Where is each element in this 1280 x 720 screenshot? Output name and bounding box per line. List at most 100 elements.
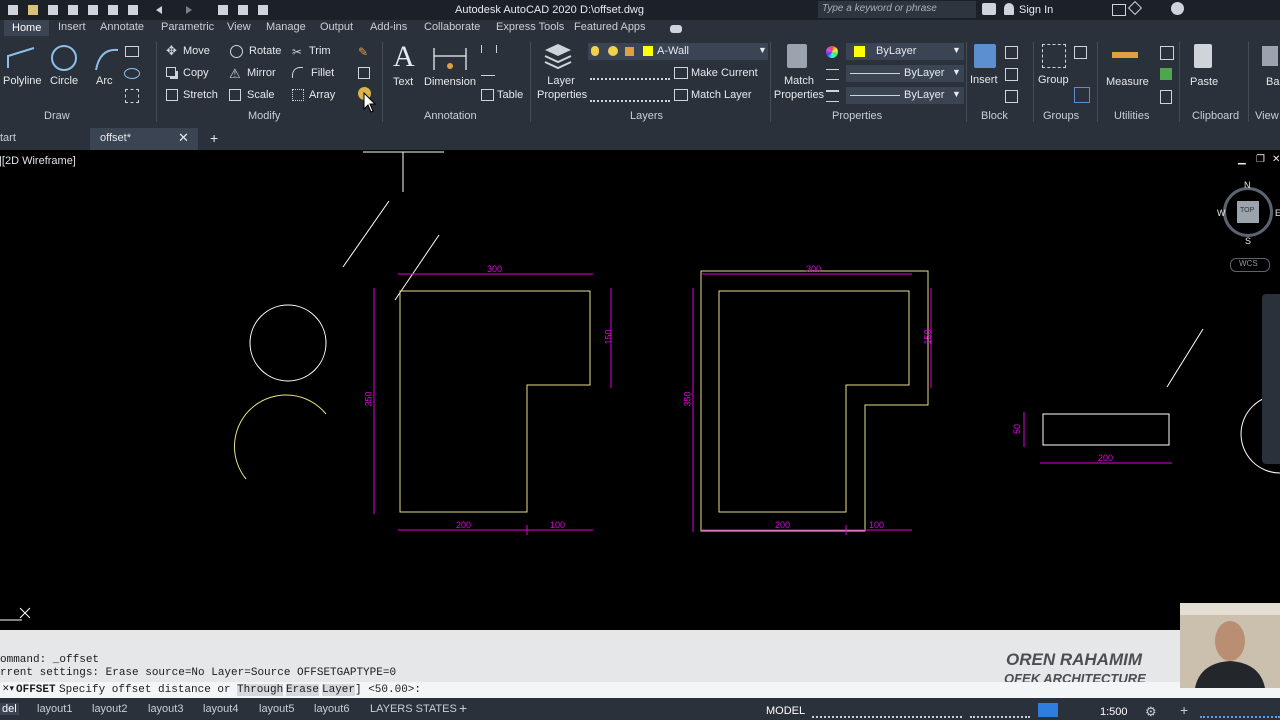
point-style-icon[interactable] bbox=[1160, 68, 1172, 80]
tab-layout1[interactable]: layout1 bbox=[37, 703, 72, 715]
base-button[interactable]: Bas bbox=[1266, 76, 1280, 88]
tab-start[interactable]: tart bbox=[0, 132, 16, 144]
tab-output[interactable]: Output bbox=[320, 21, 353, 33]
tab-offset[interactable]: offset* ✕ bbox=[90, 128, 198, 150]
scale-button[interactable]: Scale bbox=[247, 89, 275, 101]
layers-panel-title[interactable]: Layers bbox=[630, 110, 663, 122]
minimize-viewport-icon[interactable]: ▁ bbox=[1238, 154, 1246, 165]
attribute-icon[interactable] bbox=[1005, 90, 1018, 103]
sign-in-link[interactable]: Sign In bbox=[1019, 4, 1053, 16]
linear-dim-icon[interactable] bbox=[481, 45, 497, 53]
tab-home[interactable]: Home bbox=[4, 20, 50, 36]
status-tool-icons-3[interactable] bbox=[1200, 704, 1280, 718]
share-icon[interactable] bbox=[1127, 0, 1143, 16]
annotation-scale[interactable]: 1:500 bbox=[1100, 706, 1128, 718]
match-layer-button[interactable]: Match Layer bbox=[691, 89, 752, 101]
edit-block-icon[interactable] bbox=[1005, 68, 1018, 81]
tab-layout6[interactable]: layout6 bbox=[314, 703, 349, 715]
tab-layout3[interactable]: layout3 bbox=[148, 703, 183, 715]
lineweight-dropdown[interactable]: ByLayer ▼ bbox=[846, 87, 964, 104]
gear-icon[interactable]: ⚙ bbox=[1145, 704, 1157, 720]
new-tab-icon[interactable]: + bbox=[210, 130, 218, 146]
compass-n[interactable]: N bbox=[1244, 180, 1251, 190]
quick-access-toolbar[interactable] bbox=[6, 3, 286, 17]
paste-button[interactable]: Paste bbox=[1184, 42, 1224, 98]
properties-panel-title[interactable]: Properties bbox=[832, 110, 882, 122]
tab-add-ins[interactable]: Add-ins bbox=[370, 21, 407, 33]
rotate-button[interactable]: Rotate bbox=[249, 45, 281, 57]
block-panel-title[interactable]: Block bbox=[981, 110, 1008, 122]
polyline-button[interactable]: Polyline bbox=[2, 44, 42, 94]
help-icon[interactable] bbox=[1171, 2, 1184, 15]
layer-dropdown[interactable]: A-Wall ▼ bbox=[588, 43, 768, 60]
compass-w[interactable]: W bbox=[1217, 208, 1226, 218]
tab-layout5[interactable]: layout5 bbox=[259, 703, 294, 715]
viewcube[interactable]: TOP N S W E bbox=[1217, 180, 1280, 246]
text-button[interactable]: A Text bbox=[389, 40, 419, 94]
copy-button[interactable]: Copy bbox=[183, 67, 209, 79]
binoculars-icon[interactable] bbox=[982, 3, 996, 15]
command-line-input[interactable]: ✕▾ OFFSET Specify offset distance or [ T… bbox=[0, 682, 1280, 698]
erase-icon[interactable]: ✎ bbox=[358, 45, 370, 59]
hatch-icon[interactable] bbox=[125, 89, 139, 103]
measure-button[interactable]: Measure bbox=[1100, 42, 1152, 98]
stretch-button[interactable]: Stretch bbox=[183, 89, 218, 101]
color-dropdown[interactable]: ByLayer ▼ bbox=[846, 43, 964, 60]
add-layout-icon[interactable]: + bbox=[459, 700, 467, 716]
tab-layout4[interactable]: layout4 bbox=[203, 703, 238, 715]
navigation-bar[interactable] bbox=[1262, 294, 1280, 464]
tab-layers-states[interactable]: LAYERS STATES bbox=[370, 703, 457, 715]
close-icon[interactable]: ✕ bbox=[178, 130, 189, 146]
id-point-icon[interactable] bbox=[1160, 90, 1172, 104]
make-current-button[interactable]: Make Current bbox=[691, 67, 758, 79]
view-panel-title[interactable]: View bbox=[1255, 110, 1279, 122]
status-tool-icons-2[interactable] bbox=[970, 704, 1030, 718]
tab-layout2[interactable]: layout2 bbox=[92, 703, 127, 715]
move-button[interactable]: Move bbox=[183, 45, 210, 57]
clipboard-panel-title[interactable]: Clipboard bbox=[1192, 110, 1239, 122]
option-erase[interactable]: Erase bbox=[286, 684, 320, 696]
compass-s[interactable]: S bbox=[1245, 236, 1251, 246]
draw-panel-title[interactable]: Draw bbox=[44, 110, 70, 122]
dimension-button[interactable]: Dimension bbox=[422, 42, 478, 94]
create-block-icon[interactable] bbox=[1005, 46, 1018, 59]
layer-tool-icons[interactable] bbox=[590, 68, 670, 80]
command-icon[interactable]: ✕▾ bbox=[2, 684, 14, 694]
annotation-panel-title[interactable]: Annotation bbox=[424, 110, 477, 122]
rectangle-icon[interactable] bbox=[125, 46, 139, 57]
layer-properties-button[interactable]: Layer Properties bbox=[533, 42, 587, 104]
explode-icon[interactable] bbox=[358, 67, 370, 79]
cart-icon[interactable] bbox=[1112, 4, 1126, 16]
mirror-button[interactable]: Mirror bbox=[247, 67, 276, 79]
compass-e[interactable]: E bbox=[1275, 208, 1280, 218]
tab-model[interactable]: del bbox=[0, 703, 19, 715]
plus-icon[interactable]: + bbox=[1180, 702, 1188, 718]
group-edit-icon[interactable] bbox=[1074, 87, 1090, 103]
wcs-menu[interactable]: WCS bbox=[1230, 258, 1270, 272]
tab-featured-apps[interactable]: Featured Apps bbox=[574, 21, 646, 33]
tab-express-tools[interactable]: Express Tools bbox=[496, 21, 564, 33]
ribbon-toggle-icon[interactable] bbox=[670, 25, 682, 33]
tab-collaborate[interactable]: Collaborate bbox=[424, 21, 480, 33]
modify-panel-title[interactable]: Modify bbox=[248, 110, 280, 122]
search-input[interactable]: Type a keyword or phrase bbox=[818, 1, 976, 18]
tab-annotate[interactable]: Annotate bbox=[100, 21, 144, 33]
tab-insert[interactable]: Insert bbox=[58, 21, 86, 33]
circle-button[interactable]: Circle bbox=[48, 44, 84, 94]
model-space-button[interactable]: MODEL bbox=[766, 705, 805, 717]
tab-view[interactable]: View bbox=[227, 21, 251, 33]
option-through[interactable]: Through bbox=[237, 684, 284, 696]
viewcube-top-face[interactable]: TOP bbox=[1237, 201, 1259, 223]
restore-viewport-icon[interactable]: ❐ bbox=[1256, 154, 1265, 165]
ellipse-icon[interactable] bbox=[124, 68, 140, 79]
leader-icon[interactable] bbox=[481, 67, 495, 76]
annotation-scale-icon[interactable] bbox=[1038, 703, 1058, 717]
match-properties-button[interactable]: Match Properties bbox=[773, 42, 825, 104]
close-viewport-icon[interactable]: ✕ bbox=[1272, 154, 1280, 165]
drawing-canvas[interactable]: ]|[2D Wireframe] 300 150 350 200 100 300… bbox=[0, 150, 1280, 630]
tab-parametric[interactable]: Parametric bbox=[161, 21, 214, 33]
layer-tool-icons-2[interactable] bbox=[590, 90, 670, 102]
insert-button[interactable]: Insert bbox=[968, 42, 1002, 98]
array-button[interactable]: Array bbox=[309, 89, 335, 101]
quick-calc-icon[interactable] bbox=[1160, 46, 1174, 60]
